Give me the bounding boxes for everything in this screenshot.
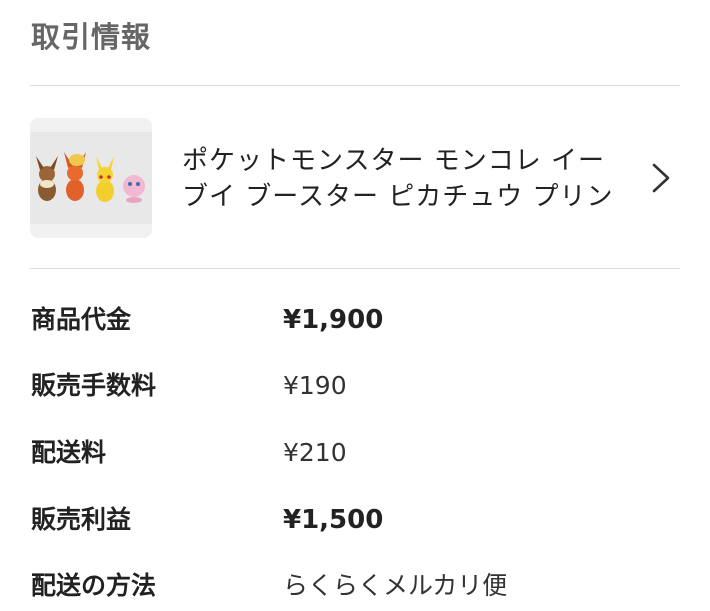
detail-value: ¥210 (283, 438, 347, 467)
section-title: 取引情報 (31, 20, 152, 54)
detail-value: ¥190 (283, 371, 347, 400)
product-item-row[interactable]: ポケットモンスター モンコレ イーブイ ブースター ピカチュウ プリン (30, 86, 680, 268)
detail-row-sales-profit: 販売利益 ¥1,500 (31, 500, 680, 540)
divider (30, 268, 680, 269)
detail-value: らくらくメルカリ便 (283, 571, 508, 600)
detail-label: 配送の方法 (31, 571, 157, 600)
detail-row-sales-fee: 販売手数料 ¥190 (31, 366, 680, 406)
detail-value: ¥1,900 (283, 305, 384, 335)
detail-row-shipping-fee: 配送料 ¥210 (31, 433, 680, 473)
detail-row-shipping-method: 配送の方法 らくらくメルカリ便 (31, 566, 680, 606)
detail-label: 販売手数料 (31, 371, 157, 400)
product-thumbnail-image (30, 118, 152, 238)
detail-row-product-price: 商品代金 ¥1,900 (31, 300, 680, 340)
chevron-right-icon[interactable] (650, 162, 672, 194)
detail-label: 配送料 (31, 438, 107, 467)
transaction-info-page: 取引情報 ポケットモンスター モンコレ イーブイ ブースター ピカチュウ プリン… (0, 0, 710, 611)
detail-label: 販売利益 (31, 505, 132, 534)
detail-label: 商品代金 (31, 305, 132, 334)
detail-value: ¥1,500 (283, 505, 384, 535)
product-name: ポケットモンスター モンコレ イーブイ ブースター ピカチュウ プリン (182, 146, 614, 212)
